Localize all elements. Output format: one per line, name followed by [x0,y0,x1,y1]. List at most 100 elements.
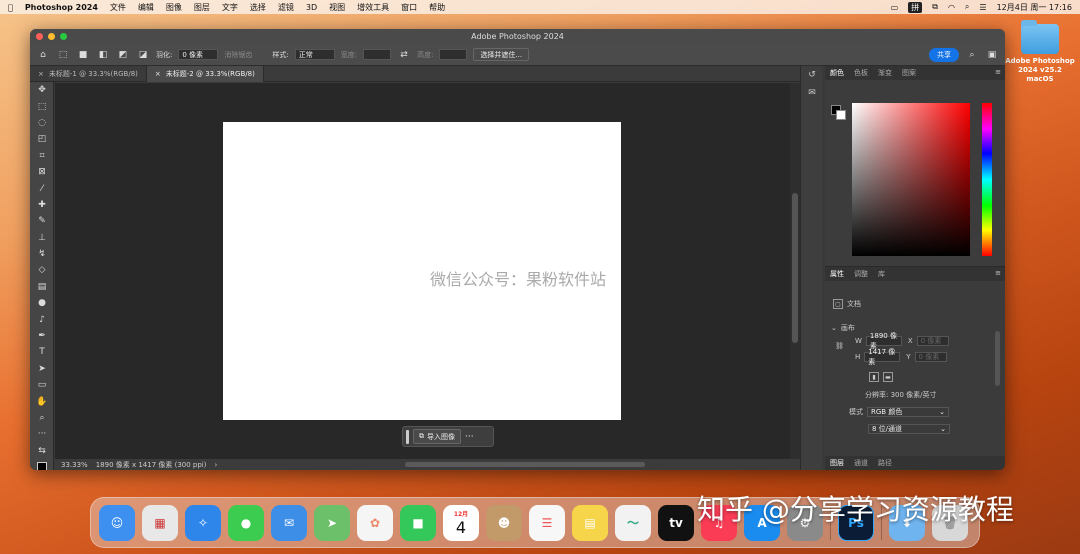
tab-properties[interactable]: 属性 [830,269,844,279]
style-select[interactable]: 正常 [294,49,335,60]
intersect-selection-icon[interactable]: ◪ [136,48,150,62]
width-input[interactable] [363,49,392,60]
menu-window[interactable]: 窗口 [401,2,417,13]
menu-plugins[interactable]: 增效工具 [357,2,389,13]
freeform-icon[interactable]: 〜 [615,504,651,541]
search-icon[interactable]: ⌕ [965,2,969,12]
desktop-folder[interactable]: Adobe Photoshop 2024 v25.2 macOS [1005,20,1075,84]
path-select-tool-icon[interactable]: ➤ [30,361,54,377]
close-icon[interactable]: × [155,70,161,78]
marquee-preset-icon[interactable]: ⬚ [56,48,70,62]
menu-select[interactable]: 选择 [250,2,266,13]
canvas-area[interactable]: 微信公众号：果粉软件站 ⧉ 导入图像 ··· [55,83,800,459]
link-icon[interactable]: ⛓ [835,342,844,350]
menu-view[interactable]: 视图 [329,2,345,13]
clone-stamp-tool-icon[interactable]: ⊥ [30,230,54,246]
menu-type[interactable]: 文字 [222,2,238,13]
add-selection-icon[interactable]: ◧ [96,48,110,62]
menu-app-name[interactable]: Photoshop 2024 [25,3,98,12]
minimize-button[interactable] [48,33,55,40]
zoom-tool-icon[interactable]: ⌕ [30,410,54,426]
hue-slider[interactable] [982,103,992,256]
mode-select[interactable]: RGB 颜色 ⌄ [867,407,949,417]
foreground-background-swatch[interactable] [30,459,54,470]
horizontal-scrollbar[interactable] [405,462,645,467]
move-tool-icon[interactable]: ✥ [30,82,54,98]
height-field[interactable]: 1417 像素 [864,348,901,366]
search-icon[interactable]: ⌕ [965,48,979,62]
dodge-tool-icon[interactable]: ♪ [30,311,54,327]
rectangle-tool-icon[interactable]: ▭ [30,377,54,393]
facetime-icon[interactable]: ■ [400,504,436,541]
eyedropper-tool-icon[interactable]: ⁄ [30,180,54,196]
menu-filter[interactable]: 滤镜 [278,2,294,13]
feather-input[interactable]: 0 像素 [178,49,219,60]
comments-panel-icon[interactable]: ✉ [801,84,823,102]
calendar-icon[interactable]: 12月 4 [443,504,479,541]
history-panel-icon[interactable]: ↺ [801,66,823,84]
home-icon[interactable]: ⌂ [36,48,50,62]
blur-tool-icon[interactable]: ● [30,295,54,311]
swap-colors-icon[interactable]: ⇆ [30,443,54,459]
subtract-selection-icon[interactable]: ◩ [116,48,130,62]
notes-icon[interactable]: ▤ [572,504,608,541]
tab-paths[interactable]: 路径 [878,458,892,468]
gradient-tool-icon[interactable]: ▤ [30,279,54,295]
vertical-scrollbar[interactable] [790,83,800,459]
menu-file[interactable]: 文件 [110,2,126,13]
tv-icon[interactable]: tv [658,504,694,541]
tab-color[interactable]: 颜色 [830,68,844,78]
screen-record-icon[interactable]: ▭ [891,3,899,12]
maps-icon[interactable]: ➤ [314,504,350,541]
tab-doc-1[interactable]: × 未标题-1 @ 33.3%(RGB/8) [30,66,147,82]
history-brush-tool-icon[interactable]: ↯ [30,246,54,262]
tab-swatches[interactable]: 色板 [854,68,868,78]
tab-doc-2[interactable]: × 未标题-2 @ 33.3%(RGB/8) [146,66,264,82]
workspace-icon[interactable]: ▣ [985,48,999,62]
control-center-icon[interactable]: ☰ [979,3,986,12]
menu-3d[interactable]: 3D [306,3,317,12]
more-options-button[interactable]: ··· [465,432,474,442]
menu-help[interactable]: 帮助 [429,2,445,13]
properties-scrollbar[interactable] [995,331,1000,386]
input-method-icon[interactable]: 拼 [908,1,923,13]
display-icon[interactable]: ⧉ [932,2,938,12]
messages-icon[interactable]: ● [228,504,264,541]
height-input[interactable] [439,49,468,60]
reminders-icon[interactable]: ☰ [529,504,565,541]
close-button[interactable] [36,33,43,40]
select-and-mask-button[interactable]: 选择并遮住... [473,48,530,61]
eraser-tool-icon[interactable]: ◇ [30,262,54,278]
crop-tool-icon[interactable]: ⌗ [30,148,54,164]
status-menu-arrow[interactable]: › [214,461,217,469]
brush-tool-icon[interactable]: ✎ [30,213,54,229]
antialias-checkbox[interactable]: 消除锯齿 [224,50,252,60]
hand-tool-icon[interactable]: ✋ [30,393,54,409]
photos-icon[interactable]: ✿ [357,504,393,541]
tab-channels[interactable]: 通道 [854,458,868,468]
drag-handle[interactable] [406,429,409,444]
x-field[interactable]: 0 像素 [916,336,949,346]
tab-layers[interactable]: 图层 [830,458,844,468]
new-selection-icon[interactable]: ■ [76,48,90,62]
import-image-button[interactable]: ⧉ 导入图像 [413,429,461,444]
background-swatch[interactable] [836,110,846,120]
frame-tool-icon[interactable]: ⊠ [30,164,54,180]
apple-icon[interactable]:  [8,3,13,12]
tab-adjustments[interactable]: 调整 [854,269,868,279]
panel-menu-icon[interactable]: ≡ [995,68,1001,76]
close-icon[interactable]: × [38,70,44,78]
contacts-icon[interactable]: ☻ [486,504,522,541]
type-tool-icon[interactable]: T [30,344,54,360]
tab-gradients[interactable]: 渐变 [878,68,892,78]
zoom-level[interactable]: 33.33% [61,461,88,469]
panel-menu-icon[interactable]: ≡ [995,269,1001,277]
zoom-button[interactable] [60,33,67,40]
share-button[interactable]: 共享 [929,47,959,62]
wifi-icon[interactable]: ◠ [948,3,955,12]
y-field[interactable]: 0 像素 [914,352,947,362]
bit-depth-select[interactable]: 8 位/通道 ⌄ [868,424,950,434]
landscape-orientation-icon[interactable]: ▬ [883,372,893,382]
mail-icon[interactable]: ✉ [271,504,307,541]
menu-layer[interactable]: 图层 [194,2,210,13]
